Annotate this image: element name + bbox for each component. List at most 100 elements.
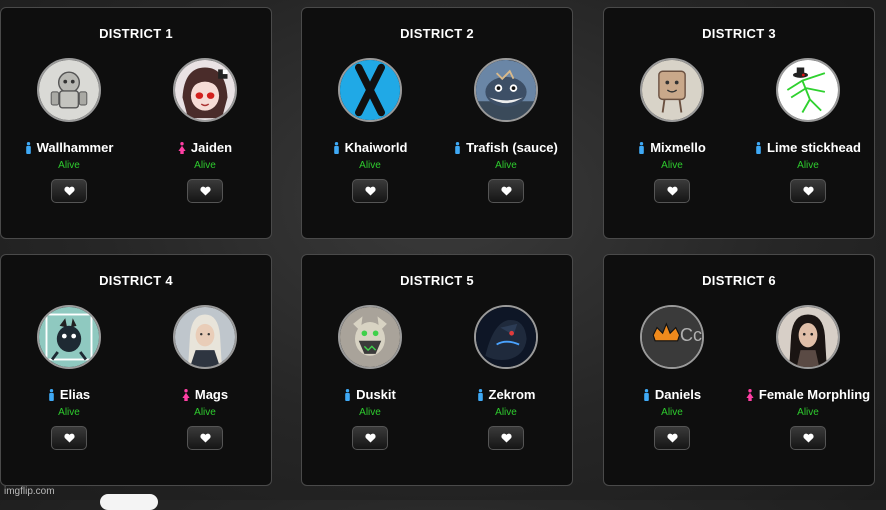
heart-icon	[500, 186, 512, 196]
heart-button[interactable]	[790, 179, 826, 203]
tribute-name: Zekrom	[488, 387, 536, 402]
tribute-name-row: Female Morphling	[740, 387, 876, 404]
avatar-image	[340, 60, 400, 120]
tribute-status: Alive	[495, 160, 517, 171]
avatar-text: Cc	[680, 325, 702, 345]
tribute-card: Duskit Alive	[302, 305, 438, 450]
tribute-status: Alive	[58, 160, 80, 171]
heart-icon	[63, 433, 75, 443]
ghost-pokemon-avatar[interactable]	[338, 305, 402, 369]
tribute-name: Female Morphling	[758, 387, 871, 402]
heart-icon	[666, 186, 678, 196]
stickman-avatar[interactable]	[776, 58, 840, 122]
district-card-3: DISTRICT 3 Mixmello Alive Lime stickhead	[603, 7, 875, 239]
woman-avatar[interactable]	[173, 305, 237, 369]
tribute-name: Elias	[59, 387, 91, 402]
tribute-name: Duskit	[356, 387, 396, 402]
robot-avatar[interactable]	[37, 58, 101, 122]
heart-button[interactable]	[51, 426, 87, 450]
tribute-card: Jaiden Alive	[137, 58, 273, 203]
tribute-status: Alive	[359, 160, 381, 171]
male-icon	[477, 389, 484, 404]
district-card-4: DISTRICT 4 Elias Alive Mags Alive	[0, 254, 272, 486]
male-icon	[755, 142, 762, 157]
district-title: DISTRICT 4	[99, 273, 173, 288]
avatar-image	[175, 307, 235, 367]
tribute-card: Mags Alive	[137, 305, 273, 450]
tribute-name: Mixmello	[650, 140, 706, 155]
avatar-image	[175, 60, 235, 120]
avatar-image	[778, 60, 838, 120]
district-card-5: DISTRICT 5 Duskit Alive Zekrom Alive	[301, 254, 573, 486]
tribute-status: Alive	[661, 407, 683, 418]
tribute-name-row: Mags	[137, 387, 273, 404]
male-icon	[643, 389, 650, 404]
district-card-1: DISTRICT 1 Wallhammer Alive Jaiden Alive	[0, 7, 272, 239]
corner-popup	[100, 494, 158, 510]
avatar-image	[340, 307, 400, 367]
district-title: DISTRICT 3	[702, 26, 776, 41]
district-title: DISTRICT 2	[400, 26, 474, 41]
dark-hair-woman-avatar[interactable]	[776, 305, 840, 369]
tribute-card: Lime stickhead Alive	[740, 58, 876, 203]
heart-button[interactable]	[352, 426, 388, 450]
tribute-name-row: Zekrom	[438, 387, 574, 404]
heart-button[interactable]	[187, 426, 223, 450]
heart-icon	[364, 433, 376, 443]
heart-button[interactable]	[51, 179, 87, 203]
tribute-name-row: Trafish (sauce)	[438, 140, 574, 157]
avatar-image	[39, 60, 99, 120]
male-icon	[454, 142, 461, 157]
tribute-name-row: Lime stickhead	[740, 140, 876, 157]
heart-icon	[63, 186, 75, 196]
marshmallow-avatar[interactable]	[640, 58, 704, 122]
avatar-image	[39, 307, 99, 367]
tribute-card: Wallhammer Alive	[1, 58, 137, 203]
x-logo-avatar[interactable]	[338, 58, 402, 122]
tribute-status: Alive	[359, 407, 381, 418]
heart-button[interactable]	[654, 179, 690, 203]
tribute-status: Alive	[661, 160, 683, 171]
fish-avatar[interactable]	[474, 58, 538, 122]
heart-icon	[500, 433, 512, 443]
tribute-status: Alive	[194, 407, 216, 418]
male-icon	[25, 142, 32, 157]
crown-logo-avatar[interactable]: Cc	[640, 305, 704, 369]
district-title: DISTRICT 6	[702, 273, 776, 288]
heart-button[interactable]	[187, 179, 223, 203]
tribute-name: Daniels	[654, 387, 702, 402]
tribute-name-row: Wallhammer	[1, 140, 137, 157]
tribute-card: Zekrom Alive	[438, 305, 574, 450]
tribute-name: Lime stickhead	[767, 140, 861, 155]
tribute-card: Khaiworld Alive	[302, 58, 438, 203]
tribute-name: Trafish (sauce)	[466, 140, 558, 155]
district-title: DISTRICT 1	[99, 26, 173, 41]
male-icon	[333, 142, 340, 157]
heart-button[interactable]	[790, 426, 826, 450]
dragon-avatar[interactable]	[474, 305, 538, 369]
tribute-card: Female Morphling Alive	[740, 305, 876, 450]
heart-icon	[199, 433, 211, 443]
tribute-card: Cc Daniels Alive	[604, 305, 740, 450]
female-icon	[182, 389, 190, 404]
creature-avatar[interactable]	[37, 305, 101, 369]
tribute-name-row: Mixmello	[604, 140, 740, 157]
avatar-image	[778, 307, 838, 367]
heart-icon	[199, 186, 211, 196]
watermark: imgflip.com	[4, 486, 55, 497]
anime-girl-avatar[interactable]	[173, 58, 237, 122]
tribute-name-row: Khaiworld	[302, 140, 438, 157]
avatar-image	[476, 60, 536, 120]
heart-icon	[802, 433, 814, 443]
district-card-2: DISTRICT 2 Khaiworld Alive Trafish (sauc…	[301, 7, 573, 239]
tribute-card: Mixmello Alive	[604, 58, 740, 203]
district-card-6: DISTRICT 6 Cc Daniels Alive Female Morph…	[603, 254, 875, 486]
female-icon	[178, 142, 186, 157]
heart-button[interactable]	[654, 426, 690, 450]
heart-button[interactable]	[488, 179, 524, 203]
heart-icon	[364, 186, 376, 196]
tribute-name-row: Jaiden	[137, 140, 273, 157]
tribute-name-row: Daniels	[604, 387, 740, 404]
heart-button[interactable]	[488, 426, 524, 450]
heart-button[interactable]	[352, 179, 388, 203]
